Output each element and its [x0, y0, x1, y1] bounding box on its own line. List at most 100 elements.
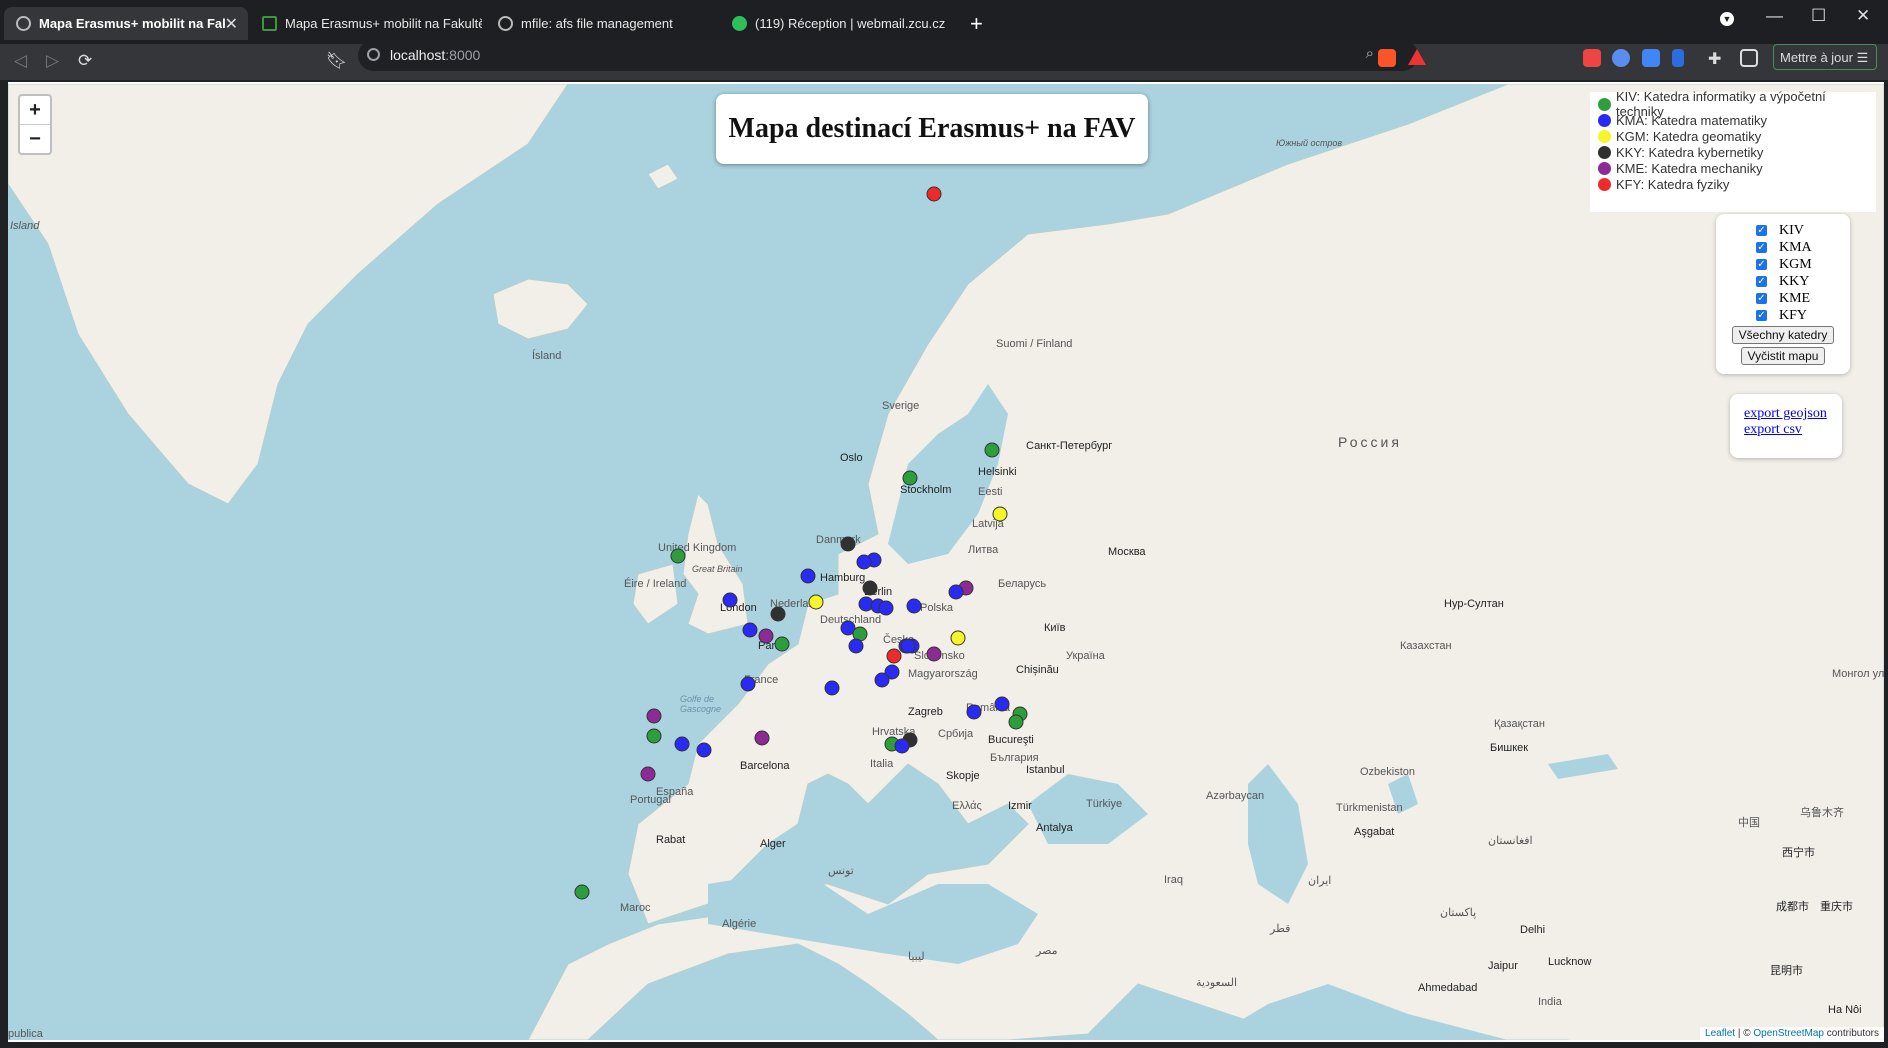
destination-marker[interactable] [856, 554, 872, 570]
destination-marker[interactable] [754, 730, 770, 746]
destination-marker[interactable] [824, 680, 840, 696]
legend-swatch [1598, 113, 1611, 127]
filter-kme[interactable]: ✓ KME [1716, 290, 1850, 307]
destination-marker[interactable] [992, 506, 1008, 522]
destination-marker[interactable] [900, 638, 916, 654]
zoom-out-button[interactable]: − [20, 124, 50, 153]
checkbox-kgm[interactable]: ✓ [1756, 259, 1767, 270]
bookmark-icon[interactable]: 🔖︎ [326, 51, 348, 71]
filter-kgm[interactable]: ✓ KGM [1716, 256, 1850, 273]
destination-marker[interactable] [994, 696, 1010, 712]
destination-marker[interactable] [774, 636, 790, 652]
destination-marker[interactable] [886, 648, 902, 664]
translate-icon[interactable] [1642, 49, 1660, 67]
zoom-icon[interactable]: ⌕ [1366, 45, 1374, 62]
address-bar[interactable]: localhost:8000 ⌕ [358, 40, 1418, 71]
map-label: Aşgabat [1354, 826, 1395, 838]
destination-marker[interactable] [696, 742, 712, 758]
destination-marker[interactable] [894, 738, 910, 754]
checkbox-kiv[interactable]: ✓ [1756, 225, 1767, 236]
reload-icon[interactable]: ⟳ [78, 51, 92, 71]
all-departments-button[interactable]: Všechny katedry [1731, 326, 1835, 344]
extension-icon-3[interactable] [1672, 49, 1684, 67]
destination-marker[interactable] [902, 470, 918, 486]
destination-marker[interactable] [574, 884, 590, 900]
filter-kiv[interactable]: ✓ KIV [1716, 222, 1850, 239]
map-label: Литва [968, 544, 999, 556]
destination-marker[interactable] [874, 672, 890, 688]
map-label: Ha Nôi [1828, 1004, 1862, 1016]
map-label: Helsinki [978, 466, 1017, 478]
destination-marker[interactable] [1008, 714, 1024, 730]
maximize-button[interactable]: ☐ [1811, 6, 1826, 26]
browser-tab-1[interactable]: Mapa Erasmus+ mobilit na Fakult ✕ [4, 7, 248, 40]
checkbox-kfy[interactable]: ✓ [1756, 310, 1767, 321]
destination-marker[interactable] [862, 580, 878, 596]
destination-marker[interactable] [758, 628, 774, 644]
minimize-button[interactable]: — [1766, 6, 1783, 26]
destination-marker[interactable] [906, 598, 922, 614]
destination-marker[interactable] [848, 638, 864, 654]
map-label: Санкт-Петербург [1026, 440, 1113, 452]
destination-marker[interactable] [984, 442, 1000, 458]
export-geojson-link[interactable]: export geojson [1744, 406, 1842, 422]
browser-tab-2[interactable]: Mapa Erasmus+ mobilit na Fakultě ap [250, 7, 482, 40]
destination-marker[interactable] [800, 568, 816, 584]
checkbox-kky[interactable]: ✓ [1756, 276, 1767, 287]
extension-icon-1[interactable] [1583, 49, 1601, 67]
legend-swatch [1598, 177, 1611, 191]
destination-marker[interactable] [646, 708, 662, 724]
window-close-button[interactable]: ✕ [1856, 6, 1870, 26]
filter-kma[interactable]: ✓ KMA [1716, 239, 1850, 256]
brave-rewards-icon[interactable] [1408, 49, 1426, 65]
checkbox-kma[interactable]: ✓ [1756, 242, 1767, 253]
filter-label: KIV [1779, 222, 1804, 238]
tab-search-icon[interactable]: ▼ [1720, 12, 1734, 26]
destination-marker[interactable] [770, 606, 786, 622]
browser-tab-3[interactable]: mfile: afs file management [486, 7, 718, 40]
legend-label: KME: Katedra mechaniky [1616, 160, 1763, 176]
leaflet-map[interactable]: Island Ísland Suomi / Finland Sverige Os… [8, 84, 1884, 1040]
checkbox-kme[interactable]: ✓ [1756, 293, 1767, 304]
destination-marker[interactable] [722, 592, 738, 608]
map-label: 重庆市 [1820, 901, 1853, 913]
destination-marker[interactable] [926, 646, 942, 662]
filter-kky[interactable]: ✓ KKY [1716, 273, 1850, 290]
forward-icon[interactable]: ▷ [46, 51, 59, 71]
map-label: Казахстан [1400, 640, 1452, 652]
wallet-icon[interactable] [1740, 49, 1758, 67]
destination-marker[interactable] [670, 548, 686, 564]
destination-marker[interactable] [740, 676, 756, 692]
new-tab-button[interactable]: + [970, 11, 983, 37]
destination-marker[interactable] [966, 704, 982, 720]
close-icon[interactable]: ✕ [225, 14, 238, 34]
legend-item-kky: KKY: Katedra kybernetiky [1598, 144, 1876, 160]
map-label: Zagreb [908, 706, 943, 718]
zoom-in-button[interactable]: + [20, 96, 50, 124]
browser-tab-4[interactable]: (119) Réception | webmail.zcu.cz [720, 7, 960, 40]
destination-marker[interactable] [840, 536, 856, 552]
destination-marker[interactable] [640, 766, 656, 782]
extension-icon-2[interactable] [1612, 49, 1630, 67]
back-icon[interactable]: ◁ [14, 51, 27, 71]
map-label: Україна [1066, 650, 1105, 662]
update-button[interactable]: Mettre à jour ☰ [1773, 44, 1877, 70]
destination-marker[interactable] [878, 600, 894, 616]
clear-map-button[interactable]: Vyčistit mapu [1740, 347, 1826, 365]
destination-marker[interactable] [948, 584, 964, 600]
destination-marker[interactable] [646, 728, 662, 744]
destination-marker[interactable] [742, 622, 758, 638]
destination-marker[interactable] [926, 186, 942, 202]
export-csv-link[interactable]: export csv [1744, 422, 1842, 438]
destination-marker[interactable] [674, 736, 690, 752]
url-text[interactable]: localhost:8000 [390, 47, 480, 63]
destination-marker[interactable] [950, 630, 966, 646]
osm-link[interactable]: OpenStreetMap [1753, 1028, 1824, 1039]
destination-marker[interactable] [808, 594, 824, 610]
brave-shield-icon[interactable] [1378, 49, 1396, 67]
site-info-icon[interactable] [367, 48, 380, 61]
map-label: Қазақстан [1494, 718, 1545, 730]
leaflet-link[interactable]: Leaflet [1705, 1028, 1735, 1039]
filter-kfy[interactable]: ✓ KFY [1716, 307, 1850, 324]
puzzle-icon[interactable]: ✚ [1708, 49, 1726, 68]
